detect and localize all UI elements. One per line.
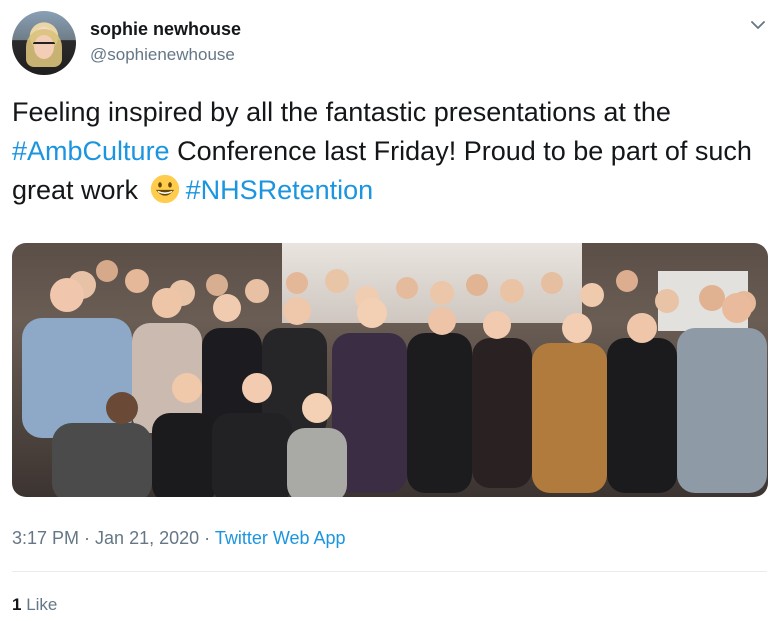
likes-stat[interactable]: 1 Like	[12, 595, 57, 615]
tweet-date[interactable]: Jan 21, 2020	[95, 528, 199, 548]
likes-count: 1	[12, 595, 22, 614]
tweet-meta: 3:17 PM · Jan 21, 2020 · Twitter Web App	[12, 528, 346, 549]
divider	[12, 571, 767, 572]
tweet-time[interactable]: 3:17 PM	[12, 528, 79, 548]
meta-separator: ·	[199, 528, 215, 548]
group-photo-people	[22, 260, 767, 497]
author-handle[interactable]: @sophienewhouse	[90, 45, 235, 65]
chevron-down-icon	[751, 21, 765, 29]
hashtag-ambculture[interactable]: #AmbCulture	[12, 136, 170, 166]
likes-label: Like	[26, 595, 58, 614]
tweet-text-part1: Feeling inspired by all the fantastic pr…	[12, 97, 671, 127]
avatar[interactable]	[12, 11, 76, 75]
author-display-name[interactable]: sophie newhouse	[90, 19, 241, 40]
more-options-button[interactable]	[747, 14, 769, 36]
tweet-text: Feeling inspired by all the fantastic pr…	[12, 93, 762, 210]
hashtag-nhsretention[interactable]: #NHSRetention	[186, 175, 374, 205]
grinning-face-emoji-icon	[150, 174, 179, 204]
meta-separator: ·	[79, 528, 96, 548]
tweet-source-link[interactable]: Twitter Web App	[215, 528, 346, 548]
tweet-photo[interactable]	[12, 243, 768, 497]
